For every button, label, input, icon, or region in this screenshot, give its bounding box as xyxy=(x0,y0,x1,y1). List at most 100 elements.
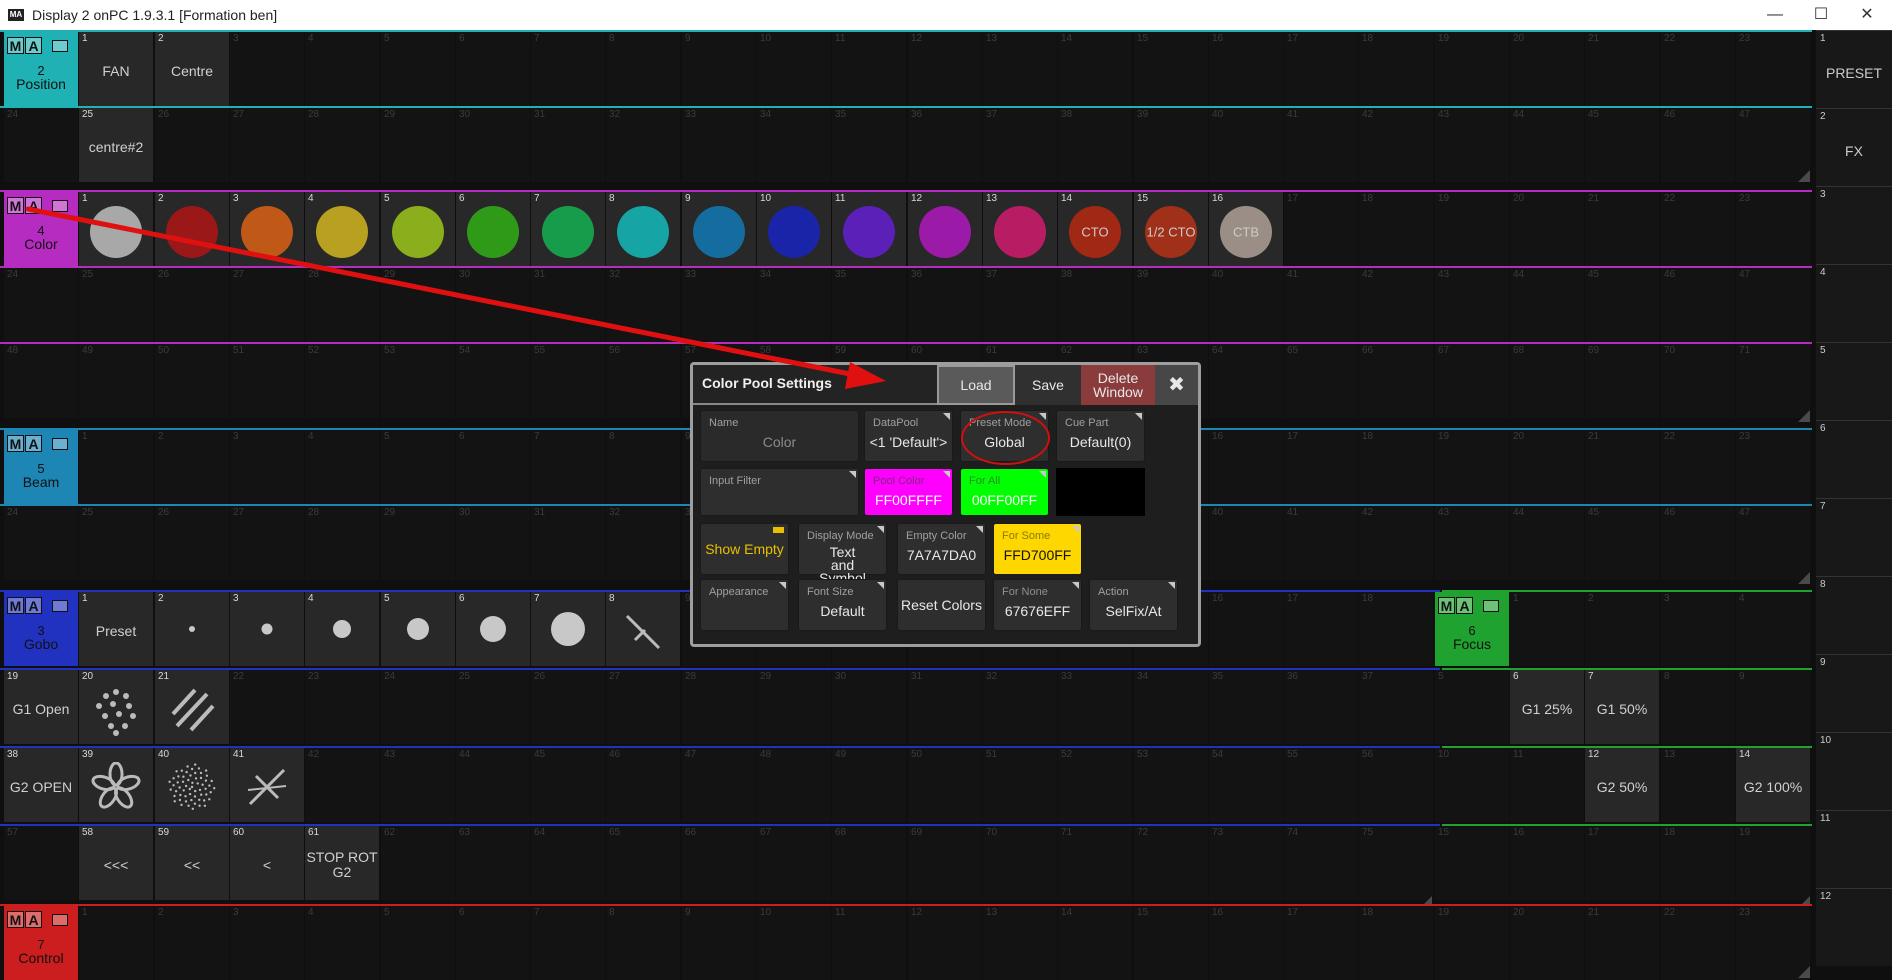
preset-slot[interactable]: 24 xyxy=(4,108,78,182)
resize-handle-icon[interactable] xyxy=(1798,966,1810,978)
preset-slot[interactable]: 18 xyxy=(1359,430,1433,504)
preset-slot[interactable]: 5 xyxy=(1435,670,1509,744)
color-preset-10[interactable]: 10 xyxy=(757,192,831,266)
gobo-preset-1[interactable]: 1 Preset xyxy=(79,592,153,666)
preset-slot[interactable]: 26 xyxy=(155,506,229,580)
preset-slot[interactable]: 29 xyxy=(381,268,455,342)
preset-slot[interactable]: 31 xyxy=(531,506,605,580)
preset-slot[interactable]: 18 xyxy=(1359,592,1433,666)
preset-slot[interactable]: 37 xyxy=(983,108,1057,182)
preset-slot[interactable]: 31 xyxy=(531,108,605,182)
preset-slot[interactable]: 37 xyxy=(1359,670,1433,744)
window-options-icon[interactable] xyxy=(52,438,68,450)
gobo-preset-40[interactable]: 40 xyxy=(155,748,229,822)
view-tab-6[interactable]: 6 xyxy=(1816,420,1892,498)
preset-slot[interactable]: 30 xyxy=(832,670,906,744)
color-preset-12[interactable]: 12 xyxy=(908,192,982,266)
preset-slot[interactable]: 57 xyxy=(4,826,78,900)
preset-slot[interactable]: 28 xyxy=(305,506,379,580)
preset-slot[interactable]: 2 xyxy=(155,430,229,504)
for-none-color-button[interactable]: For None 67676EFF xyxy=(993,579,1082,631)
preset-slot[interactable]: 25 xyxy=(79,506,153,580)
gobo-preset-19[interactable]: 19 G1 Open xyxy=(4,670,78,744)
preset-slot[interactable]: 46 xyxy=(1661,506,1735,580)
preset-slot[interactable]: 40 xyxy=(1209,108,1283,182)
preset-slot[interactable]: 21 xyxy=(1585,430,1659,504)
preset-slot[interactable]: 44 xyxy=(1510,268,1584,342)
preset-slot[interactable]: 7 xyxy=(531,906,605,980)
color-preset-13[interactable]: 13 xyxy=(983,192,1057,266)
view-tab-5[interactable]: 5 xyxy=(1816,342,1892,420)
preset-slot[interactable]: 46 xyxy=(1661,108,1735,182)
preset-slot[interactable]: 32 xyxy=(606,108,680,182)
view-tab-2[interactable]: 2 FX xyxy=(1816,108,1892,186)
preset-slot[interactable]: 47 xyxy=(1736,506,1810,580)
preset-slot[interactable]: 30 xyxy=(456,506,530,580)
preset-slot[interactable]: 28 xyxy=(682,670,756,744)
control-window-header[interactable]: M A 7 Control xyxy=(4,906,78,980)
gobo-preset-41[interactable]: 41 xyxy=(230,748,304,822)
preset-slot[interactable]: 4 xyxy=(1736,592,1810,666)
gobo-preset-8[interactable]: 8 xyxy=(606,592,680,666)
preset-slot[interactable]: 50 xyxy=(908,748,982,822)
preset-slot[interactable]: 71 xyxy=(1736,344,1810,418)
preset-slot[interactable]: 26 xyxy=(531,670,605,744)
preset-mode-button[interactable]: Preset Mode Global xyxy=(960,410,1050,465)
preset-slot[interactable]: 1 xyxy=(1510,592,1584,666)
preset-slot[interactable]: 33 xyxy=(1058,670,1132,744)
preset-slot[interactable]: 55 xyxy=(531,344,605,418)
preset-slot[interactable]: 3 xyxy=(230,430,304,504)
preset-slot[interactable]: 70 xyxy=(983,826,1057,900)
preset-slot[interactable]: 32 xyxy=(606,506,680,580)
preset-slot[interactable]: 19 xyxy=(1736,826,1810,900)
view-tab-11[interactable]: 11 xyxy=(1816,810,1892,888)
preset-slot[interactable]: 20 xyxy=(1510,906,1584,980)
gobo-window-header[interactable]: M A 3 Gobo xyxy=(4,592,78,666)
preset-slot[interactable]: 46 xyxy=(606,748,680,822)
preset-slot[interactable]: 24 xyxy=(4,268,78,342)
preset-slot[interactable]: 8 xyxy=(606,32,680,106)
preset-slot[interactable]: 23 xyxy=(305,670,379,744)
preset-slot[interactable]: 1 xyxy=(79,906,153,980)
preset-slot[interactable]: 64 xyxy=(1209,344,1283,418)
preset-slot[interactable]: 56 xyxy=(606,344,680,418)
gobo-preset-7[interactable]: 7 xyxy=(531,592,605,666)
gobo-preset-38[interactable]: 38 G2 OPEN xyxy=(4,748,78,822)
preset-slot[interactable]: 12 xyxy=(908,906,982,980)
color-preset-1[interactable]: 1 xyxy=(79,192,153,266)
display-mode-button[interactable]: Display Mode Text and Symbol xyxy=(798,523,887,585)
preset-slot[interactable]: 64 xyxy=(531,826,605,900)
preset-slot[interactable]: 34 xyxy=(757,108,831,182)
gobo-preset-21[interactable]: 21 xyxy=(155,670,229,744)
preset-slot[interactable]: 70 xyxy=(1661,344,1735,418)
preset-slot[interactable]: 53 xyxy=(381,344,455,418)
preset-slot[interactable]: 35 xyxy=(832,268,906,342)
preset-slot[interactable]: 27 xyxy=(606,670,680,744)
preset-slot[interactable]: 7 xyxy=(531,32,605,106)
preset-slot[interactable]: 10 xyxy=(757,906,831,980)
preset-slot[interactable]: 30 xyxy=(456,108,530,182)
window-options-icon[interactable] xyxy=(52,40,68,52)
maximize-button[interactable]: ☐ xyxy=(1798,0,1844,30)
preset-slot[interactable]: 52 xyxy=(1058,748,1132,822)
input-filter-field[interactable]: Input Filter xyxy=(700,468,859,516)
preset-slot[interactable]: 9 xyxy=(682,906,756,980)
preset-slot[interactable]: 65 xyxy=(1284,344,1358,418)
close-window-button[interactable]: ✕ xyxy=(1844,0,1890,30)
color-preset-2[interactable]: 2 xyxy=(155,192,229,266)
view-tab-10[interactable]: 10 xyxy=(1816,732,1892,810)
preset-slot[interactable]: 66 xyxy=(682,826,756,900)
gobo-preset-61[interactable]: 61 STOP ROT G2 xyxy=(305,826,379,900)
preset-slot[interactable]: 12 xyxy=(908,32,982,106)
preset-slot[interactable]: 17 xyxy=(1585,826,1659,900)
preset-slot[interactable]: 3 xyxy=(1661,592,1735,666)
preset-slot[interactable]: 22 xyxy=(230,670,304,744)
preset-slot[interactable]: 6 xyxy=(456,32,530,106)
preset-slot[interactable]: 36 xyxy=(908,108,982,182)
preset-slot[interactable]: 18 xyxy=(1359,32,1433,106)
appearance-button[interactable]: Appearance xyxy=(700,579,789,631)
position-preset[interactable]: 1 FAN xyxy=(79,32,153,106)
empty-color-button[interactable]: Empty Color 7A7A7DA0 xyxy=(897,523,986,575)
color-preset-7[interactable]: 7 xyxy=(531,192,605,266)
preset-slot[interactable]: 47 xyxy=(1736,268,1810,342)
